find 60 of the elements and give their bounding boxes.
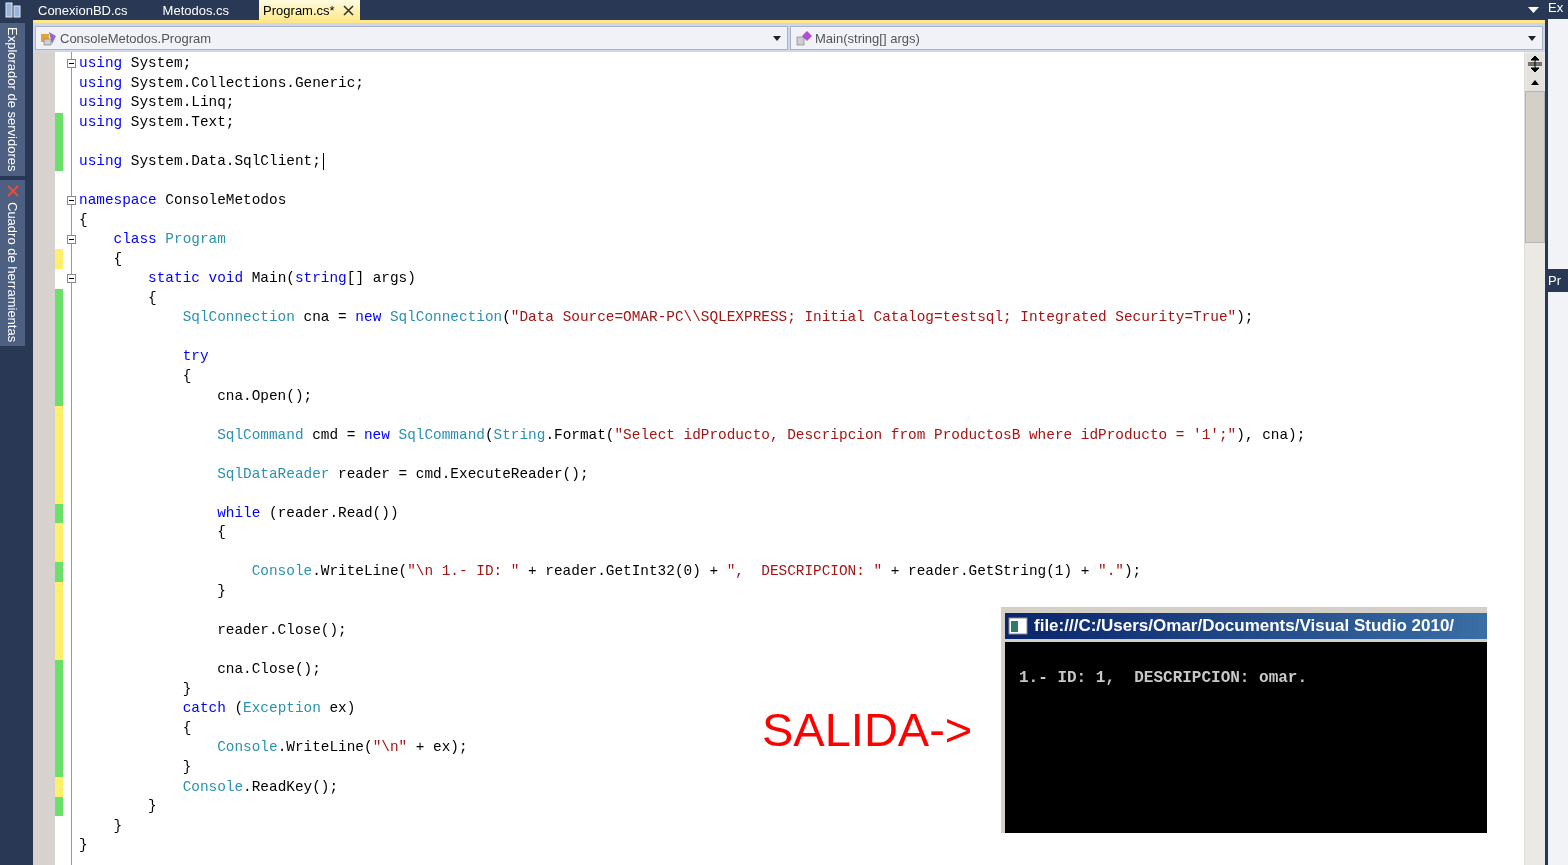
collapse-toggle-icon[interactable] xyxy=(66,196,76,206)
code-line: catch (Exception ex) xyxy=(181,699,356,719)
code-line: SqlConnection cna = new SqlConnection("Data Source=OMAR-PC\\SQLEXPRESS; Initial Catalog=testsql; Integrated Security=True"); xyxy=(181,308,1254,328)
collapse-toggle-icon[interactable] xyxy=(66,274,76,284)
class-icon xyxy=(40,30,58,46)
code-line: SqlCommand cmd = new SqlCommand(String.Format("Select idProducto, Descripcion from ProductosB where idProducto = '1';"), cna); xyxy=(216,425,1306,445)
code-line: { xyxy=(181,367,192,386)
member-dropdown[interactable]: Main(string[] args) xyxy=(790,26,1544,50)
caret-icon xyxy=(1528,35,1537,41)
panel-title: Pr xyxy=(1548,273,1563,288)
console-icon xyxy=(1008,617,1028,635)
code-line: try xyxy=(181,347,209,367)
scroll-thumb[interactable] xyxy=(1525,91,1546,243)
code-line: { xyxy=(79,210,88,230)
document-tab[interactable]: Metodos.cs xyxy=(157,0,260,20)
code-line: Console.ReadKey(); xyxy=(181,777,339,797)
console-title: file:///C:/Users/Omar/Documents/Visual Studio 2010/ xyxy=(1034,616,1455,636)
tools-icon xyxy=(5,183,20,198)
code-line: { xyxy=(216,523,226,543)
scroll-up-icon[interactable] xyxy=(1526,74,1545,91)
code-line: class Program xyxy=(112,230,226,250)
code-line: { xyxy=(181,718,192,738)
close-icon[interactable] xyxy=(342,5,354,16)
code-line: Console.WriteLine("\n" + ex); xyxy=(216,738,468,758)
code-line: } xyxy=(181,757,192,777)
code-line: namespace ConsoleMetodos xyxy=(79,191,287,211)
annotation-text: SALIDA-> xyxy=(762,702,973,757)
tool-window-tab[interactable]: Explorador de servidores xyxy=(0,23,25,176)
code-line: } xyxy=(147,797,157,817)
code-line: using System.Collections.Generic; xyxy=(79,73,364,93)
code-line: cna.Close(); xyxy=(216,660,321,680)
code-line: using System; xyxy=(79,54,192,74)
caret-icon xyxy=(773,35,782,41)
type-dropdown[interactable]: ConsoleMetodos.Program xyxy=(35,26,789,50)
code-line: using System.Text; xyxy=(79,112,235,132)
split-icon[interactable] xyxy=(1526,54,1545,74)
panel-tab[interactable]: Ex xyxy=(1548,0,1568,15)
code-line: } xyxy=(112,816,123,836)
code-line: using System.Data.SqlClient; xyxy=(79,152,321,171)
document-tab[interactable]: ConexionBD.cs xyxy=(33,0,158,20)
code-line: } xyxy=(181,679,192,699)
code-line: cna.Open(); xyxy=(216,386,313,406)
server-icon[interactable] xyxy=(3,1,22,19)
code-line: { xyxy=(112,249,123,269)
collapse-toggle-icon[interactable] xyxy=(66,235,76,245)
code-line: while (reader.Read()) xyxy=(216,503,399,523)
code-line: } xyxy=(79,836,88,856)
code-line: { xyxy=(147,288,157,308)
document-tab[interactable]: Program.cs* xyxy=(259,0,360,20)
method-icon xyxy=(795,30,814,46)
dropdown-arrow-icon[interactable] xyxy=(1528,7,1540,13)
code-line: Console.WriteLine("\n 1.- ID: " + reader.GetInt32(0) + ", DESCRIPCION: " + reader.GetString(1) + "."); xyxy=(250,562,1142,582)
console-output: 1.- ID: 1, DESCRIPCION: omar. xyxy=(1019,669,1308,687)
code-line: SqlDataReader reader = cmd.ExecuteReader(); xyxy=(216,464,589,484)
collapse-toggle-icon[interactable] xyxy=(66,59,76,69)
code-line: } xyxy=(216,582,226,602)
tool-window-tab[interactable]: Cuadro de herramientas xyxy=(0,179,25,346)
code-line: reader.Close(); xyxy=(216,621,347,641)
code-line: static void Main(string[] args) xyxy=(147,269,416,289)
code-line: using System.Linq; xyxy=(79,93,235,113)
